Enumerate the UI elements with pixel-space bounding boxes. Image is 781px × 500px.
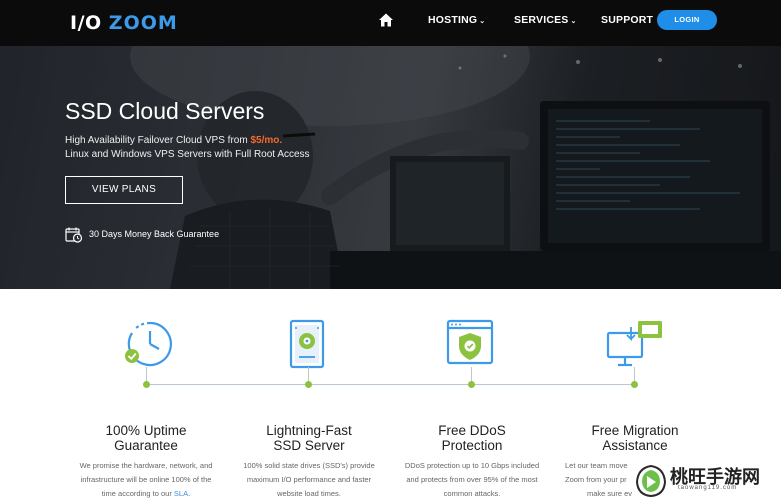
hero-subtitle-line-2: Linux and Windows VPS Servers with Full … bbox=[65, 149, 310, 160]
feature-desc-line-3: common attacks. bbox=[443, 489, 501, 498]
feature-desc-line-3: time according to our SLA. bbox=[71, 487, 221, 500]
hero-background-photo bbox=[0, 46, 781, 289]
feature-desc-line-2: and protects from over 95% of the most bbox=[406, 475, 538, 484]
feature-desc-line-2: infrastructure will be online 100% of th… bbox=[80, 475, 212, 484]
logo-zoom-text: ZOOM bbox=[108, 12, 178, 34]
timeline-dot bbox=[468, 381, 475, 388]
feature-desc-line-3: website load times. bbox=[277, 489, 341, 498]
view-plans-button[interactable]: VIEW PLANS bbox=[65, 176, 183, 204]
sla-link[interactable]: SLA. bbox=[174, 489, 190, 498]
hero-banner: SSD Cloud Servers High Availability Fail… bbox=[0, 46, 781, 289]
logo-io-text: I/O bbox=[70, 12, 102, 34]
nav-services-label: SERVICES bbox=[514, 14, 569, 26]
hard-drive-icon bbox=[289, 319, 325, 369]
nav-item-hosting[interactable]: HOSTING ⌄ bbox=[428, 14, 485, 26]
peach-logo-icon bbox=[635, 464, 667, 498]
feature-title-line-1: 100% Uptime bbox=[105, 423, 187, 438]
feature-title-uptime: 100% Uptime Guarantee bbox=[66, 423, 226, 453]
feature-title-ssd: Lightning-Fast SSD Server bbox=[229, 423, 389, 453]
feature-title-line-2: Guarantee bbox=[114, 438, 178, 453]
nav-support-label: SUPPORT bbox=[601, 14, 654, 26]
home-icon[interactable] bbox=[378, 12, 394, 28]
calendar-clock-icon bbox=[65, 227, 83, 243]
feature-title-line-1: Free DDoS bbox=[438, 423, 506, 438]
feature-title-line-1: Lightning-Fast bbox=[266, 423, 352, 438]
top-navbar: I/O ZOOM HOSTING ⌄ SERVICES ⌄ SUPPORT LOGI… bbox=[0, 0, 781, 46]
timeline-dot bbox=[631, 381, 638, 388]
timeline-dot bbox=[143, 381, 150, 388]
shield-browser-icon bbox=[446, 319, 494, 365]
nav-hosting-label: HOSTING bbox=[428, 14, 478, 26]
nav-item-services[interactable]: SERVICES ⌄ bbox=[514, 14, 577, 26]
hero-subtitle-line-1: High Availability Failover Cloud VPS fro… bbox=[65, 135, 282, 146]
feature-desc-text: time according to our bbox=[101, 489, 174, 498]
feature-desc-line-1: We promise the hardware, network, and bbox=[79, 461, 213, 470]
hero-price: $5/mo. bbox=[250, 135, 283, 146]
guarantee-text: 30 Days Money Back Guarantee bbox=[89, 229, 220, 239]
feature-title-line-2: Protection bbox=[441, 438, 503, 453]
feature-desc-uptime: We promise the hardware, network, and in… bbox=[71, 459, 221, 500]
login-button[interactable]: LOGIN bbox=[657, 10, 717, 30]
nav-item-support[interactable]: SUPPORT bbox=[601, 14, 653, 26]
feature-desc-line-2: maximum I/O performance and faster bbox=[246, 475, 372, 484]
feature-title-migration: Free Migration Assistance bbox=[555, 423, 715, 453]
timeline-line bbox=[146, 384, 636, 385]
chevron-down-icon: ⌄ bbox=[479, 18, 486, 25]
site-logo[interactable]: I/O ZOOM bbox=[70, 12, 178, 34]
feature-title-ddos: Free DDoS Protection bbox=[392, 423, 552, 453]
hero-title: SSD Cloud Servers bbox=[65, 98, 265, 124]
feature-title-line-1: Free Migration bbox=[591, 423, 679, 438]
hero-subtitle-prefix: High Availability Failover Cloud VPS fro… bbox=[65, 135, 251, 146]
watermark-url: taowang119.com bbox=[678, 485, 738, 491]
feature-title-line-2: SSD Server bbox=[273, 438, 345, 453]
watermark: 桃旺手游网 taowang119.com bbox=[628, 460, 781, 500]
monitor-transfer-icon bbox=[606, 321, 662, 367]
feature-title-line-2: Assistance bbox=[602, 438, 668, 453]
chevron-down-icon: ⌄ bbox=[570, 18, 577, 25]
clock-check-icon bbox=[125, 321, 172, 367]
feature-desc-line-1: 100% solid state drives (SSD's) provide bbox=[243, 461, 375, 470]
feature-desc-ddos: DDoS protection up to 10 Gbps included a… bbox=[397, 459, 547, 500]
feature-desc-ssd: 100% solid state drives (SSD's) provide … bbox=[234, 459, 384, 500]
timeline-dot bbox=[305, 381, 312, 388]
feature-desc-line-1: DDoS protection up to 10 Gbps included bbox=[404, 461, 540, 470]
